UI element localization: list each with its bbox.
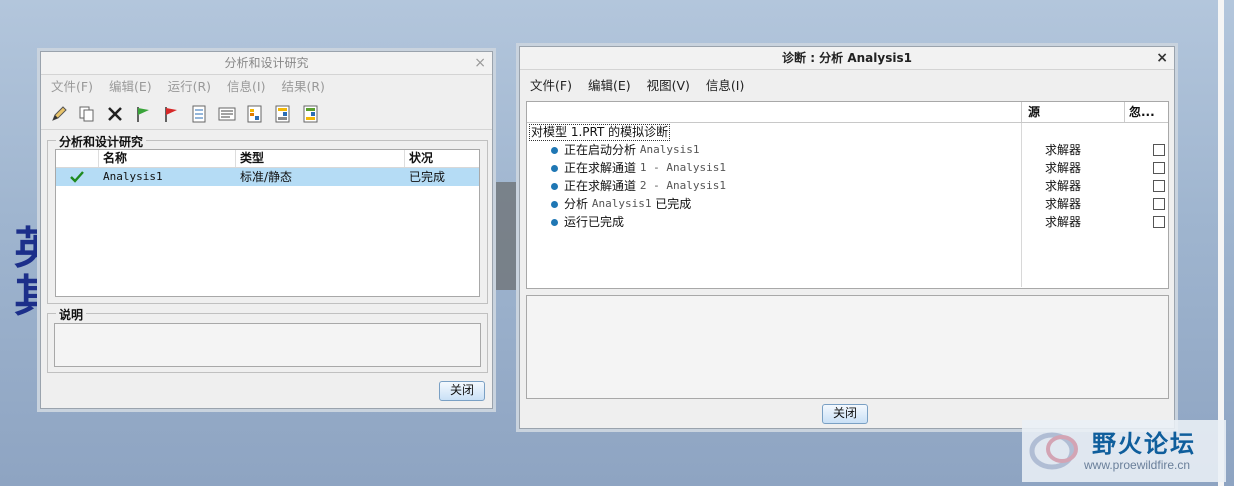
list-item[interactable]: 正在求解通道 1 - Analysis1 求解器 [527, 159, 1168, 177]
toolbar [41, 99, 492, 130]
close-icon[interactable]: × [474, 52, 486, 74]
results-chart-icon[interactable] [243, 103, 267, 125]
item-label: 分析 [564, 197, 589, 211]
menu-info[interactable]: 信息(I) [706, 78, 744, 93]
swirl-logo-icon [1029, 432, 1078, 470]
list-item[interactable]: 分析 Analysis1 已完成 求解器 [527, 195, 1168, 213]
item-label: 正在求解通道 [564, 161, 637, 175]
background-model-shape [492, 182, 518, 290]
item-source: 求解器 [1045, 179, 1082, 193]
right-edge-panel [1218, 0, 1224, 486]
background-partial-text: 英 其 [14, 225, 40, 321]
item-source: 求解器 [1045, 215, 1082, 229]
menu-bar: 文件(F) 编辑(E) 运行(R) 信息(I) 结果(R) [41, 75, 492, 99]
item-tail: 已完成 [655, 197, 692, 211]
item-label: 正在启动分析 [564, 143, 637, 157]
menu-edit[interactable]: 编辑(E) [109, 79, 152, 94]
item-label: 正在求解通道 [564, 179, 637, 193]
item-detail: 2 - Analysis1 [639, 179, 726, 192]
text-report-icon[interactable] [215, 103, 239, 125]
status-dot-icon [551, 182, 558, 190]
item-source: 求解器 [1045, 143, 1082, 157]
results-compare-icon[interactable] [299, 103, 323, 125]
window-titlebar[interactable]: 诊断 : 分析 Analysis1 × [520, 47, 1174, 70]
diagnostics-header: 源 忽... [527, 102, 1168, 123]
study-list-header: 名称 类型 状况 [56, 150, 479, 168]
watermark-brand: 野火论坛 [1092, 430, 1196, 458]
check-icon [70, 171, 84, 183]
list-item[interactable]: 运行已完成 求解器 [527, 213, 1168, 231]
ignore-checkbox[interactable] [1152, 180, 1165, 192]
item-detail: 1 - Analysis1 [639, 161, 726, 174]
list-item[interactable]: 正在求解通道 2 - Analysis1 求解器 [527, 177, 1168, 195]
status-dot-icon [551, 200, 558, 208]
menu-run[interactable]: 运行(R) [168, 79, 211, 94]
menu-file[interactable]: 文件(F) [51, 79, 93, 94]
menu-edit[interactable]: 编辑(E) [588, 78, 631, 93]
watermark-url: www.proewildfire.cn [1084, 458, 1191, 472]
green-flag-icon[interactable] [131, 103, 155, 125]
window-title: 诊断 : 分析 Analysis1 [782, 51, 912, 65]
edit-pencil-icon[interactable] [47, 103, 71, 125]
description-label: 说明 [56, 306, 87, 323]
delete-x-icon[interactable] [103, 103, 127, 125]
tree-root-label: 对模型 1.PRT 的模拟诊断 [529, 124, 671, 141]
column-status[interactable]: 状况 [404, 150, 479, 167]
menu-file[interactable]: 文件(F) [530, 78, 572, 93]
column-message[interactable] [527, 102, 1021, 122]
column-source[interactable]: 源 [1021, 102, 1124, 122]
study-group-label: 分析和设计研究 [56, 133, 147, 150]
results-grid-icon[interactable] [271, 103, 295, 125]
red-flag-icon[interactable] [159, 103, 183, 125]
ignore-checkbox[interactable] [1152, 198, 1165, 210]
item-detail: Analysis1 [591, 197, 652, 210]
item-label: 运行已完成 [564, 215, 625, 229]
menu-info[interactable]: 信息(I) [227, 79, 265, 94]
details-pane[interactable] [526, 295, 1169, 399]
column-type[interactable]: 类型 [235, 150, 404, 167]
diagnostics-tree[interactable]: 源 忽... 对模型 1.PRT 的模拟诊断 正在启动分析 Analysis1 … [526, 101, 1169, 289]
close-button[interactable]: 关闭 [439, 381, 485, 401]
checklist-icon[interactable] [187, 103, 211, 125]
close-button[interactable]: 关闭 [822, 404, 868, 424]
study-group: 分析和设计研究 名称 类型 状况 Analysis1 标准/静态 已完成 [47, 133, 488, 304]
column-divider [1021, 123, 1022, 287]
ignore-checkbox[interactable] [1152, 144, 1165, 156]
column-name[interactable]: 名称 [98, 150, 235, 167]
study-list[interactable]: 名称 类型 状况 Analysis1 标准/静态 已完成 [55, 149, 480, 297]
ignore-checkbox[interactable] [1152, 162, 1165, 174]
description-group: 说明 [47, 306, 488, 373]
menu-results[interactable]: 结果(R) [281, 79, 324, 94]
list-item[interactable]: 正在启动分析 Analysis1 求解器 [527, 141, 1168, 159]
status-dot-icon [551, 164, 558, 172]
table-row[interactable]: Analysis1 标准/静态 已完成 [56, 168, 479, 186]
item-source: 求解器 [1045, 161, 1082, 175]
ignore-checkbox[interactable] [1152, 216, 1165, 228]
item-detail: Analysis1 [639, 143, 700, 156]
tree-root[interactable]: 对模型 1.PRT 的模拟诊断 [527, 123, 1168, 141]
item-source: 求解器 [1045, 197, 1082, 211]
diagnostics-window: 诊断 : 分析 Analysis1 × 文件(F) 编辑(E) 视图(V) 信息… [519, 46, 1175, 429]
copy-document-icon[interactable] [75, 103, 99, 125]
menu-view[interactable]: 视图(V) [647, 78, 690, 93]
study-type: 标准/静态 [240, 170, 293, 184]
column-ignore[interactable]: 忽... [1124, 102, 1168, 122]
menu-bar: 文件(F) 编辑(E) 视图(V) 信息(I) [520, 74, 1174, 98]
study-state: 已完成 [409, 170, 446, 184]
window-title: 分析和设计研究 [224, 56, 309, 70]
description-field[interactable] [54, 323, 481, 367]
forum-watermark: 野火论坛 www.proewildfire.cn [1022, 420, 1226, 482]
status-dot-icon [551, 146, 558, 154]
close-icon[interactable]: × [1156, 47, 1168, 69]
status-dot-icon [551, 218, 558, 226]
window-titlebar[interactable]: 分析和设计研究 × [41, 52, 492, 75]
study-name: Analysis1 [103, 170, 163, 183]
analysis-design-study-window: 分析和设计研究 × 文件(F) 编辑(E) 运行(R) 信息(I) 结果(R) [40, 51, 493, 409]
